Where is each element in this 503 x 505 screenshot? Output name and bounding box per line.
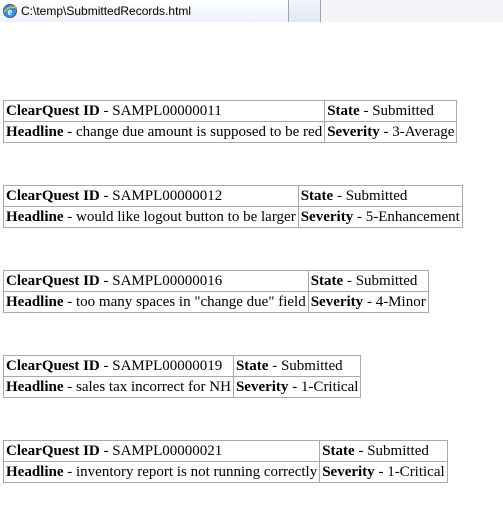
record-table: ClearQuest ID - SAMPL00000021 State - Su… — [2, 440, 448, 483]
separator: - — [99, 188, 113, 204]
headline-cell: Headline - change due amount is supposed… — [2, 121, 326, 143]
separator: - — [99, 273, 113, 289]
separator: - — [359, 103, 373, 119]
separator: - — [99, 358, 113, 374]
headline-value: too many spaces in "change due" field — [76, 294, 306, 310]
headline-value: change due amount is supposed to be red — [76, 124, 323, 140]
id-cell: ClearQuest ID - SAMPL00000016 — [3, 270, 309, 292]
headline-value: would like logout button to be larger — [76, 209, 296, 225]
active-tab[interactable]: e C:\temp\SubmittedRecords.html — [0, 0, 289, 22]
separator: - — [374, 464, 388, 480]
state-value: Submitted — [355, 273, 418, 289]
severity-label: Severity — [322, 464, 375, 480]
state-value: Submitted — [367, 443, 429, 459]
separator: - — [63, 209, 77, 225]
state-value: Submitted — [372, 103, 434, 119]
separator: - — [268, 358, 281, 374]
headline-cell: Headline - inventory report is not runni… — [2, 461, 321, 483]
state-label: State — [235, 358, 269, 374]
ie-page-icon: e — [2, 3, 18, 19]
id-label: ClearQuest ID — [6, 273, 100, 289]
state-value: Submitted — [345, 188, 408, 204]
severity-value: 5-Enhancement — [365, 209, 460, 225]
tab-title: C:\temp\SubmittedRecords.html — [21, 4, 192, 18]
id-value: SAMPL00000012 — [112, 188, 223, 204]
state-label: State — [300, 188, 334, 204]
severity-cell: Severity - 3-Average — [324, 121, 458, 143]
headline-label: Headline — [6, 209, 64, 225]
state-label: State — [310, 273, 344, 289]
separator: - — [63, 294, 77, 310]
severity-label: Severity — [300, 209, 354, 225]
headline-label: Headline — [6, 124, 64, 140]
severity-cell: Severity - 1-Critical — [319, 461, 448, 483]
record-table: ClearQuest ID - SAMPL00000012 State - Su… — [3, 185, 463, 228]
id-label: ClearQuest ID — [6, 443, 100, 459]
severity-cell: Severity - 4-Minor — [307, 291, 429, 313]
severity-value: 4-Minor — [375, 294, 426, 310]
severity-cell: Severity - 1-Critical — [232, 376, 362, 398]
separator: - — [99, 443, 113, 459]
separator: - — [99, 103, 113, 119]
severity-cell: Severity - 5-Enhancement — [297, 206, 463, 228]
id-cell: ClearQuest ID - SAMPL00000021 — [2, 440, 321, 462]
separator: - — [63, 379, 77, 395]
tab-bar-empty-area — [321, 0, 503, 22]
severity-value: 1-Critical — [387, 464, 445, 480]
separator: - — [288, 379, 301, 395]
headline-cell: Headline - would like logout button to b… — [3, 206, 299, 228]
separator: - — [63, 464, 77, 480]
id-value: SAMPL00000019 — [112, 358, 223, 374]
separator: - — [333, 188, 346, 204]
new-tab-button[interactable] — [289, 0, 321, 22]
id-value: SAMPL00000016 — [112, 273, 223, 289]
state-cell: State - Submitted — [324, 100, 458, 122]
state-label: State — [322, 443, 355, 459]
severity-value: 3-Average — [392, 124, 455, 140]
state-cell: State - Submitted — [232, 355, 362, 377]
record-table: ClearQuest ID - SAMPL00000016 State - Su… — [3, 270, 429, 313]
headline-cell: Headline - sales tax incorrect for NH — [3, 376, 234, 398]
id-label: ClearQuest ID — [6, 103, 100, 119]
headline-label: Headline — [6, 464, 64, 480]
record-table: ClearQuest ID - SAMPL00000019 State - Su… — [3, 355, 362, 398]
state-cell: State - Submitted — [319, 440, 448, 462]
severity-label: Severity — [327, 124, 380, 140]
id-value: SAMPL00000021 — [112, 443, 223, 459]
browser-tab-bar: e C:\temp\SubmittedRecords.html — [0, 0, 503, 22]
id-label: ClearQuest ID — [6, 188, 100, 204]
headline-value: sales tax incorrect for NH — [76, 379, 231, 395]
state-value: Submitted — [280, 358, 343, 374]
headline-label: Headline — [6, 379, 64, 395]
severity-value: 1-Critical — [300, 379, 359, 395]
state-label: State — [327, 103, 360, 119]
separator: - — [353, 209, 366, 225]
headline-cell: Headline - too many spaces in "change du… — [3, 291, 309, 313]
headline-label: Headline — [6, 294, 64, 310]
separator: - — [363, 294, 376, 310]
severity-label: Severity — [310, 294, 364, 310]
headline-value: inventory report is not running correctl… — [76, 464, 318, 480]
id-value: SAMPL00000011 — [112, 103, 222, 119]
id-label: ClearQuest ID — [6, 358, 100, 374]
severity-label: Severity — [235, 379, 289, 395]
state-cell: State - Submitted — [297, 185, 463, 207]
separator: - — [379, 124, 393, 140]
state-cell: State - Submitted — [307, 270, 429, 292]
separator: - — [63, 124, 77, 140]
separator: - — [354, 443, 368, 459]
id-cell: ClearQuest ID - SAMPL00000019 — [3, 355, 234, 377]
id-cell: ClearQuest ID - SAMPL00000011 — [2, 100, 326, 122]
separator: - — [343, 273, 356, 289]
id-cell: ClearQuest ID - SAMPL00000012 — [3, 185, 299, 207]
record-table: ClearQuest ID - SAMPL00000011 State - Su… — [2, 100, 458, 143]
